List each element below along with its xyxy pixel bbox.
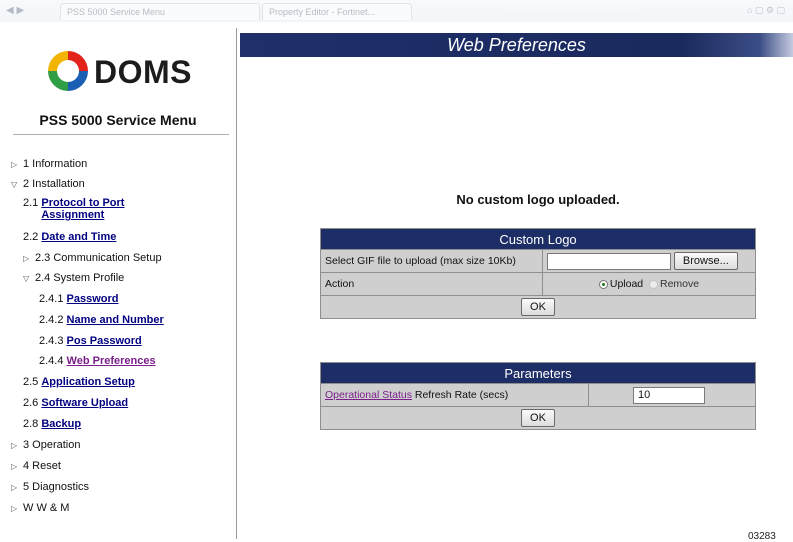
action-label: Action <box>320 272 543 296</box>
nav-item-wwm[interactable]: ▷ W W & M <box>11 500 69 516</box>
nav-item-label: 4 Reset <box>23 460 61 472</box>
nav-item-name-number[interactable]: 2.4.2 Name and Number <box>39 312 164 328</box>
nav-item-number: 2.4.4 <box>39 355 64 367</box>
nav-link-protocol-port[interactable]: Protocol to Port Assignment <box>41 197 124 221</box>
nav-link-application-setup[interactable]: Application Setup <box>41 376 135 388</box>
operational-status-link[interactable]: Operational Status <box>325 389 412 401</box>
nav-item-number: 2.4.3 <box>39 335 64 347</box>
nav-item-backup[interactable]: 2.8 Backup <box>23 416 81 432</box>
nav-link-name-number[interactable]: Name and Number <box>67 314 164 326</box>
logo-status-message: No custom logo uploaded. <box>456 192 620 207</box>
nav-link-pos-password[interactable]: Pos Password <box>67 335 142 347</box>
nav-item-label: 2 Installation <box>23 178 85 190</box>
page-header: Web Preferences <box>240 33 793 57</box>
nav-item-pos-password[interactable]: 2.4.3 Pos Password <box>39 333 142 349</box>
nav-item-operation[interactable]: ▷ 3 Operation <box>11 437 80 453</box>
nav-item-number: 2.1 <box>23 197 39 209</box>
nav-item-application-setup[interactable]: 2.5 Application Setup <box>23 374 135 390</box>
remove-radio-label[interactable]: Remove <box>660 278 699 290</box>
action-options: Upload Remove <box>542 272 756 296</box>
browser-toolbar-icons[interactable]: ⌂ ▢ ⚙ ▢ <box>747 5 785 16</box>
nav-item-label: 2.3 Communication Setup <box>35 252 162 264</box>
nav-item-number: 2.5 <box>23 376 39 388</box>
nav-link-software-upload[interactable]: Software Upload <box>41 397 128 409</box>
browser-nav-arrows-icon[interactable]: ◀ ▶ <box>6 5 24 16</box>
collapse-triangle-icon[interactable]: ▽ <box>11 177 23 193</box>
menu-title: PSS 5000 Service Menu <box>39 112 197 128</box>
nav-link-date-time[interactable]: Date and Time <box>41 231 116 243</box>
remove-radio[interactable] <box>649 279 658 289</box>
expand-triangle-icon[interactable]: ▷ <box>11 438 23 454</box>
nav-item-web-preferences[interactable]: 2.4.4 Web Preferences <box>39 353 156 369</box>
collapse-triangle-icon[interactable]: ▽ <box>23 271 35 287</box>
refresh-rate-cell: 10 <box>588 383 756 407</box>
nav-item-number: 2.8 <box>23 418 39 430</box>
nav-item-protocol-port[interactable]: 2.1 Protocol to Port Assignment <box>23 195 151 223</box>
title-divider <box>13 134 229 135</box>
expand-triangle-icon[interactable]: ▷ <box>11 157 23 173</box>
nav-item-label: 5 Diagnostics <box>23 481 90 493</box>
nav-item-number: 2.6 <box>23 397 39 409</box>
nav-link-backup[interactable]: Backup <box>41 418 81 430</box>
nav-item-password[interactable]: 2.4.1 Password <box>39 291 119 307</box>
nav-item-label: 1 Information <box>23 158 88 170</box>
sidebar: DOMS PSS 5000 Service Menu ▷ 1 Informatio… <box>7 28 237 539</box>
expand-triangle-icon[interactable]: ▷ <box>11 459 23 475</box>
custom-logo-header: Custom Logo <box>320 228 756 250</box>
browser-tab-strip: ◀ ▶ PSS 5000 Service Menu Property Edito… <box>0 0 793 22</box>
upload-radio-label[interactable]: Upload <box>610 278 643 290</box>
refresh-rate-label: Operational Status Refresh Rate (secs) <box>320 383 589 407</box>
refresh-rate-label-text: Refresh Rate (secs) <box>411 389 509 401</box>
upload-radio[interactable] <box>598 279 608 289</box>
browse-button[interactable]: Browse... <box>673 252 738 270</box>
parameters-ok-cell: OK <box>320 406 756 430</box>
refresh-rate-input[interactable]: 10 <box>633 386 705 404</box>
file-path-input[interactable] <box>547 252 671 270</box>
custom-logo-ok-cell: OK <box>320 295 756 319</box>
nav-item-system-profile[interactable]: ▽ 2.4 System Profile <box>23 270 124 286</box>
parameters-header: Parameters <box>320 362 756 384</box>
nav-item-diagnostics[interactable]: ▷ 5 Diagnostics <box>11 479 89 495</box>
browser-tab-property-editor[interactable]: Property Editor - Fortinet... <box>262 3 412 20</box>
nav-item-software-upload[interactable]: 2.6 Software Upload <box>23 395 128 411</box>
browser-tab-label: Property Editor - Fortinet... <box>269 7 376 17</box>
figure-number: 03283 <box>748 531 776 542</box>
nav-item-date-time[interactable]: 2.2 Date and Time <box>23 229 116 245</box>
nav-item-label: W W & M <box>23 502 70 514</box>
expand-triangle-icon[interactable]: ▷ <box>11 501 23 517</box>
parameters-panel: Parameters Operational Status Refresh Ra… <box>320 362 756 430</box>
file-upload-label: Select GIF file to upload (max size 10Kb… <box>320 249 543 273</box>
file-upload-cell: Browse... <box>542 249 756 273</box>
nav-item-label: 3 Operation <box>23 439 81 451</box>
nav-item-installation[interactable]: ▽ 2 Installation <box>11 176 85 192</box>
doms-logo: DOMS <box>45 48 215 103</box>
logo-wordmark: DOMS <box>94 54 192 90</box>
custom-logo-panel: Custom Logo Select GIF file to upload (m… <box>320 228 756 319</box>
browser-tab-label: PSS 5000 Service Menu <box>67 7 166 17</box>
nav-item-number: 2.4.1 <box>39 293 64 305</box>
nav-link-web-preferences[interactable]: Web Preferences <box>67 355 156 367</box>
nav-item-number: 2.4.2 <box>39 314 64 326</box>
parameters-ok-button[interactable]: OK <box>521 409 555 427</box>
nav-item-number: 2.2 <box>23 231 39 243</box>
nav-item-communication-setup[interactable]: ▷ 2.3 Communication Setup <box>23 250 162 266</box>
expand-triangle-icon[interactable]: ▷ <box>23 251 35 267</box>
nav-item-information[interactable]: ▷ 1 Information <box>11 156 87 172</box>
nav-item-label: 2.4 System Profile <box>35 272 125 284</box>
expand-triangle-icon[interactable]: ▷ <box>11 480 23 496</box>
nav-link-password[interactable]: Password <box>67 293 119 305</box>
page-title: Web Preferences <box>447 35 586 55</box>
custom-logo-ok-button[interactable]: OK <box>521 298 555 316</box>
browser-tab-service-menu[interactable]: PSS 5000 Service Menu <box>60 3 260 20</box>
nav-item-reset[interactable]: ▷ 4 Reset <box>11 458 61 474</box>
doms-logo-icon <box>48 51 88 91</box>
